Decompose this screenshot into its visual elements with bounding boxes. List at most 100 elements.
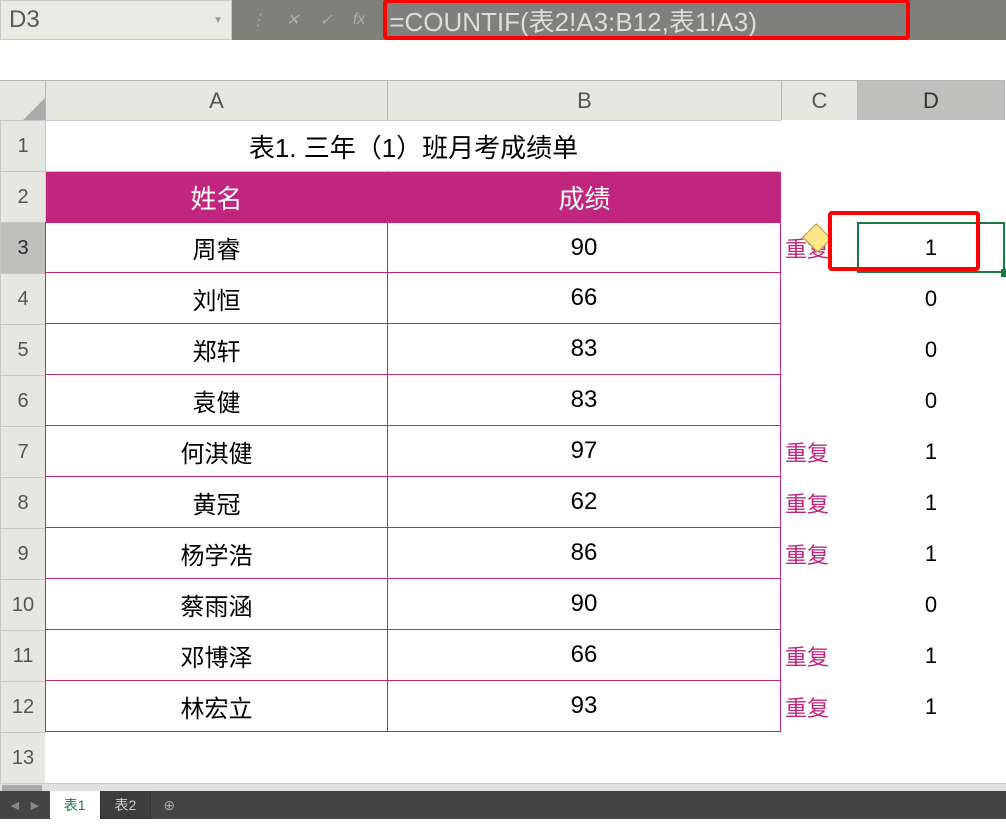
row-header[interactable]: 8	[0, 477, 45, 528]
table-row: 8黄冠62重复1	[0, 477, 1006, 528]
cell-dup[interactable]	[781, 375, 857, 426]
cell-a13[interactable]	[45, 732, 387, 783]
table-row: 11邓博泽66重复1	[0, 630, 1006, 681]
cell-count[interactable]: 1	[857, 528, 1005, 579]
cell-name[interactable]: 蔡雨涵	[45, 579, 387, 630]
cell-name[interactable]: 林宏立	[45, 681, 387, 732]
name-box-dropdown-icon[interactable]: ▼	[213, 15, 223, 26]
row-header[interactable]: 4	[0, 273, 45, 324]
table-row: 10蔡雨涵90 0	[0, 579, 1006, 630]
row-header[interactable]: 6	[0, 375, 45, 426]
cell-dup[interactable]	[781, 324, 857, 375]
cell-count[interactable]: 0	[857, 324, 1005, 375]
cell-dup[interactable]	[781, 273, 857, 324]
cell-name[interactable]: 袁健	[45, 375, 387, 426]
add-sheet-button[interactable]: ⊕	[151, 791, 187, 819]
row-header-1[interactable]: 1	[0, 120, 45, 171]
cell-name[interactable]: 刘恒	[45, 273, 387, 324]
cell-count[interactable]: 0	[857, 375, 1005, 426]
cell-score[interactable]: 86	[387, 528, 781, 579]
cell-score[interactable]: 93	[387, 681, 781, 732]
col-header-a[interactable]: A	[45, 80, 387, 120]
cell-score[interactable]: 97	[387, 426, 781, 477]
cell-count[interactable]: 1	[857, 681, 1005, 732]
cell-name[interactable]: 周睿	[45, 222, 387, 273]
col-header-d[interactable]: D	[857, 80, 1005, 120]
col-header-b[interactable]: B	[387, 80, 781, 120]
select-all-triangle[interactable]	[0, 80, 45, 120]
header-score[interactable]: 成绩	[387, 171, 781, 222]
cell-score[interactable]: 66	[387, 630, 781, 681]
cell-name[interactable]: 杨学浩	[45, 528, 387, 579]
cell-dup[interactable]: 重复	[781, 681, 857, 732]
row-header[interactable]: 10	[0, 579, 45, 630]
table-row: 3周睿90重复1	[0, 222, 1006, 273]
tab-next-icon[interactable]: ►	[28, 797, 42, 813]
cell-count[interactable]: 1	[857, 477, 1005, 528]
table-row: 12林宏立93重复1	[0, 681, 1006, 732]
sheet-tab-1[interactable]: 表1	[50, 791, 101, 819]
row-13: 13	[0, 732, 1006, 783]
table-row: 7何淇健97重复1	[0, 426, 1006, 477]
row-header[interactable]: 9	[0, 528, 45, 579]
cell-d1[interactable]	[857, 120, 1005, 171]
cell-score[interactable]: 83	[387, 375, 781, 426]
row-header[interactable]: 7	[0, 426, 45, 477]
cell-d2[interactable]	[857, 171, 1005, 222]
separator-icon: ⋮	[250, 10, 266, 30]
cell-name[interactable]: 邓博泽	[45, 630, 387, 681]
gap	[0, 40, 1006, 80]
cell-dup[interactable]: 重复	[781, 528, 857, 579]
formula-text: =COUNTIF(表2!A3:B12,表1!A3)	[389, 2, 757, 39]
cell-count[interactable]: 0	[857, 273, 1005, 324]
table-title[interactable]: 表1. 三年（1）班月考成绩单	[45, 120, 781, 171]
formula-bar-buttons: ⋮ ✕ ✓ fx	[232, 0, 383, 40]
accept-icon[interactable]: ✓	[319, 10, 332, 30]
cell-score[interactable]: 62	[387, 477, 781, 528]
tab-prev-icon[interactable]: ◄	[8, 797, 22, 813]
cell-count[interactable]: 1	[857, 630, 1005, 681]
cell-name[interactable]: 黄冠	[45, 477, 387, 528]
cell-c1[interactable]	[781, 120, 857, 171]
cell-dup[interactable]: 重复	[781, 426, 857, 477]
name-box-value: D3	[9, 6, 40, 34]
fill-handle[interactable]	[1001, 269, 1006, 277]
sheet-tab-2[interactable]: 表2	[101, 791, 152, 819]
row-header[interactable]: 5	[0, 324, 45, 375]
row-header[interactable]: 3	[0, 222, 45, 273]
cell-name[interactable]: 郑轩	[45, 324, 387, 375]
column-headers: A B C D	[0, 80, 1006, 120]
cell-b13[interactable]	[387, 732, 781, 783]
row-header[interactable]: 12	[0, 681, 45, 732]
cell-count[interactable]: 1	[857, 222, 1005, 273]
cell-score[interactable]: 90	[387, 579, 781, 630]
formula-bar-input[interactable]: =COUNTIF(表2!A3:B12,表1!A3)	[383, 0, 1006, 40]
cell-d13[interactable]	[857, 732, 1005, 783]
row-header-13[interactable]: 13	[0, 732, 45, 783]
cell-c2[interactable]	[781, 171, 857, 222]
cell-count[interactable]: 1	[857, 426, 1005, 477]
cell-score[interactable]: 66	[387, 273, 781, 324]
cancel-icon[interactable]: ✕	[286, 10, 299, 30]
formula-bar-row: D3 ▼ ⋮ ✕ ✓ fx =COUNTIF(表2!A3:B12,表1!A3)	[0, 0, 1006, 40]
header-name[interactable]: 姓名	[45, 171, 387, 222]
fx-icon[interactable]: fx	[353, 11, 365, 29]
table-row: 4刘恒66 0	[0, 273, 1006, 324]
cell-score[interactable]: 90	[387, 222, 781, 273]
table-row: 5郑轩83 0	[0, 324, 1006, 375]
cell-c13[interactable]	[781, 732, 857, 783]
row-header-2[interactable]: 2	[0, 171, 45, 222]
col-header-c[interactable]: C	[781, 80, 857, 120]
cell-name[interactable]: 何淇健	[45, 426, 387, 477]
name-box[interactable]: D3 ▼	[0, 0, 232, 40]
cell-dup[interactable]: 重复	[781, 477, 857, 528]
table-row: 9杨学浩86重复1	[0, 528, 1006, 579]
cell-score[interactable]: 83	[387, 324, 781, 375]
horizontal-scrollbar[interactable]	[0, 783, 1006, 791]
table-row: 6袁健83 0	[0, 375, 1006, 426]
cell-count[interactable]: 0	[857, 579, 1005, 630]
row-1: 1 表1. 三年（1）班月考成绩单	[0, 120, 1006, 171]
row-header[interactable]: 11	[0, 630, 45, 681]
cell-dup[interactable]	[781, 579, 857, 630]
cell-dup[interactable]: 重复	[781, 630, 857, 681]
